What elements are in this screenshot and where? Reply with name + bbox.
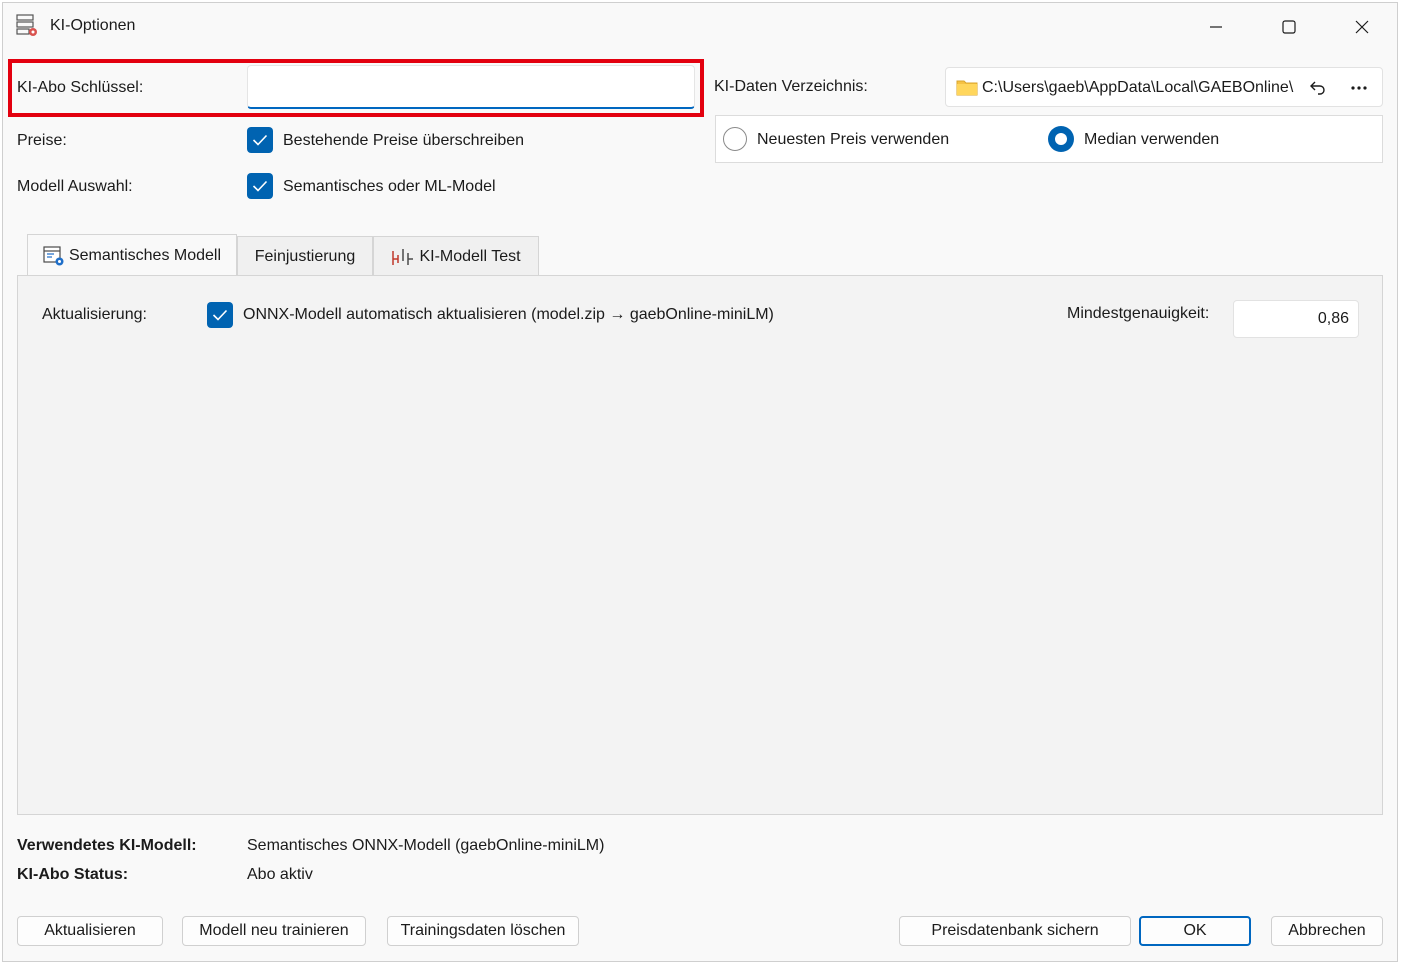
data-dir-field[interactable]: C:\Users\gaeb\AppData\Local\GAEBOnline\I [945,67,1383,107]
radio-median[interactable] [1048,126,1074,152]
model-used-label: Verwendetes KI-Modell: [17,837,197,854]
auto-update-label[interactable]: ONNX-Modell automatisch aktualisieren (m… [243,306,774,324]
maximize-icon [1282,20,1296,34]
window-gear-icon [43,245,64,265]
update-label: Aktualisierung: [42,306,147,323]
dialog-window: KI-Optionen KI-Abo Schlüssel: KI-Daten V… [2,2,1398,962]
overwrite-prices-label[interactable]: Bestehende Preise überschreiben [283,132,524,150]
chart-bars-icon [392,248,414,265]
cancel-button[interactable]: Abbrechen [1271,916,1383,946]
delete-training-data-button[interactable]: Trainingsdaten löschen [387,916,579,946]
auto-update-checkbox[interactable] [207,302,233,328]
data-dir-path: C:\Users\gaeb\AppData\Local\GAEBOnline\I [982,79,1294,96]
tab-semantic-model-label: Semantisches Modell [68,246,222,264]
model-selection-label: Modell Auswahl: [17,178,133,195]
min-accuracy-input[interactable]: 0,86 [1233,300,1359,338]
abo-status-label: KI-Abo Status: [17,866,129,883]
minimize-button[interactable] [1180,3,1252,51]
more-dots-icon [1351,86,1367,90]
tab-fine-tuning-label: Feinjustierung [254,247,356,265]
retrain-model-button[interactable]: Modell neu trainieren [182,916,366,946]
radio-newest-price[interactable] [723,127,747,151]
refresh-button[interactable]: Aktualisieren [17,916,163,946]
model-selection-checkbox-label[interactable]: Semantisches oder ML-Model [283,178,496,196]
prices-label: Preise: [17,132,67,149]
data-dir-label: KI-Daten Verzeichnis: [714,78,868,95]
tab-model-test-label: KI-Modell Test [419,247,521,265]
reset-path-button[interactable] [1306,76,1330,100]
settings-server-icon [15,13,39,37]
close-button[interactable] [1326,3,1398,51]
maximize-button[interactable] [1253,3,1325,51]
model-selection-checkbox[interactable] [247,173,273,199]
tab-model-test[interactable]: KI-Modell Test [373,236,539,276]
price-mode-group: Neuesten Preis verwenden Median verwende… [715,115,1383,163]
model-used-value: Semantisches ONNX-Modell (gaebOnline-min… [247,837,605,854]
tab-semantic-model[interactable]: Semantisches Modell [27,234,237,276]
ok-button[interactable]: OK [1139,916,1251,946]
backup-price-db-button[interactable]: Preisdatenbank sichern [899,916,1131,946]
folder-icon [956,80,978,96]
window-title: KI-Optionen [50,17,136,34]
semantic-model-panel: Aktualisierung: ONNX-Modell automatisch … [17,275,1383,815]
radio-newest-price-label[interactable]: Neuesten Preis verwenden [757,131,949,149]
tab-fine-tuning[interactable]: Feinjustierung [237,236,373,276]
checkmark-icon [252,180,268,192]
minimize-icon [1210,26,1222,28]
checkmark-icon [252,134,268,146]
radio-median-label[interactable]: Median verwenden [1084,131,1219,149]
abo-key-label: KI-Abo Schlüssel: [17,79,144,96]
abo-key-input[interactable] [247,65,695,109]
overwrite-prices-checkbox[interactable] [247,127,273,153]
undo-arrow-icon [1310,81,1325,95]
min-accuracy-label: Mindestgenauigkeit: [1067,305,1210,322]
abo-status-value: Abo aktiv [247,866,313,883]
browse-path-button[interactable] [1346,76,1372,100]
checkmark-icon [212,309,228,321]
close-icon [1355,20,1369,34]
